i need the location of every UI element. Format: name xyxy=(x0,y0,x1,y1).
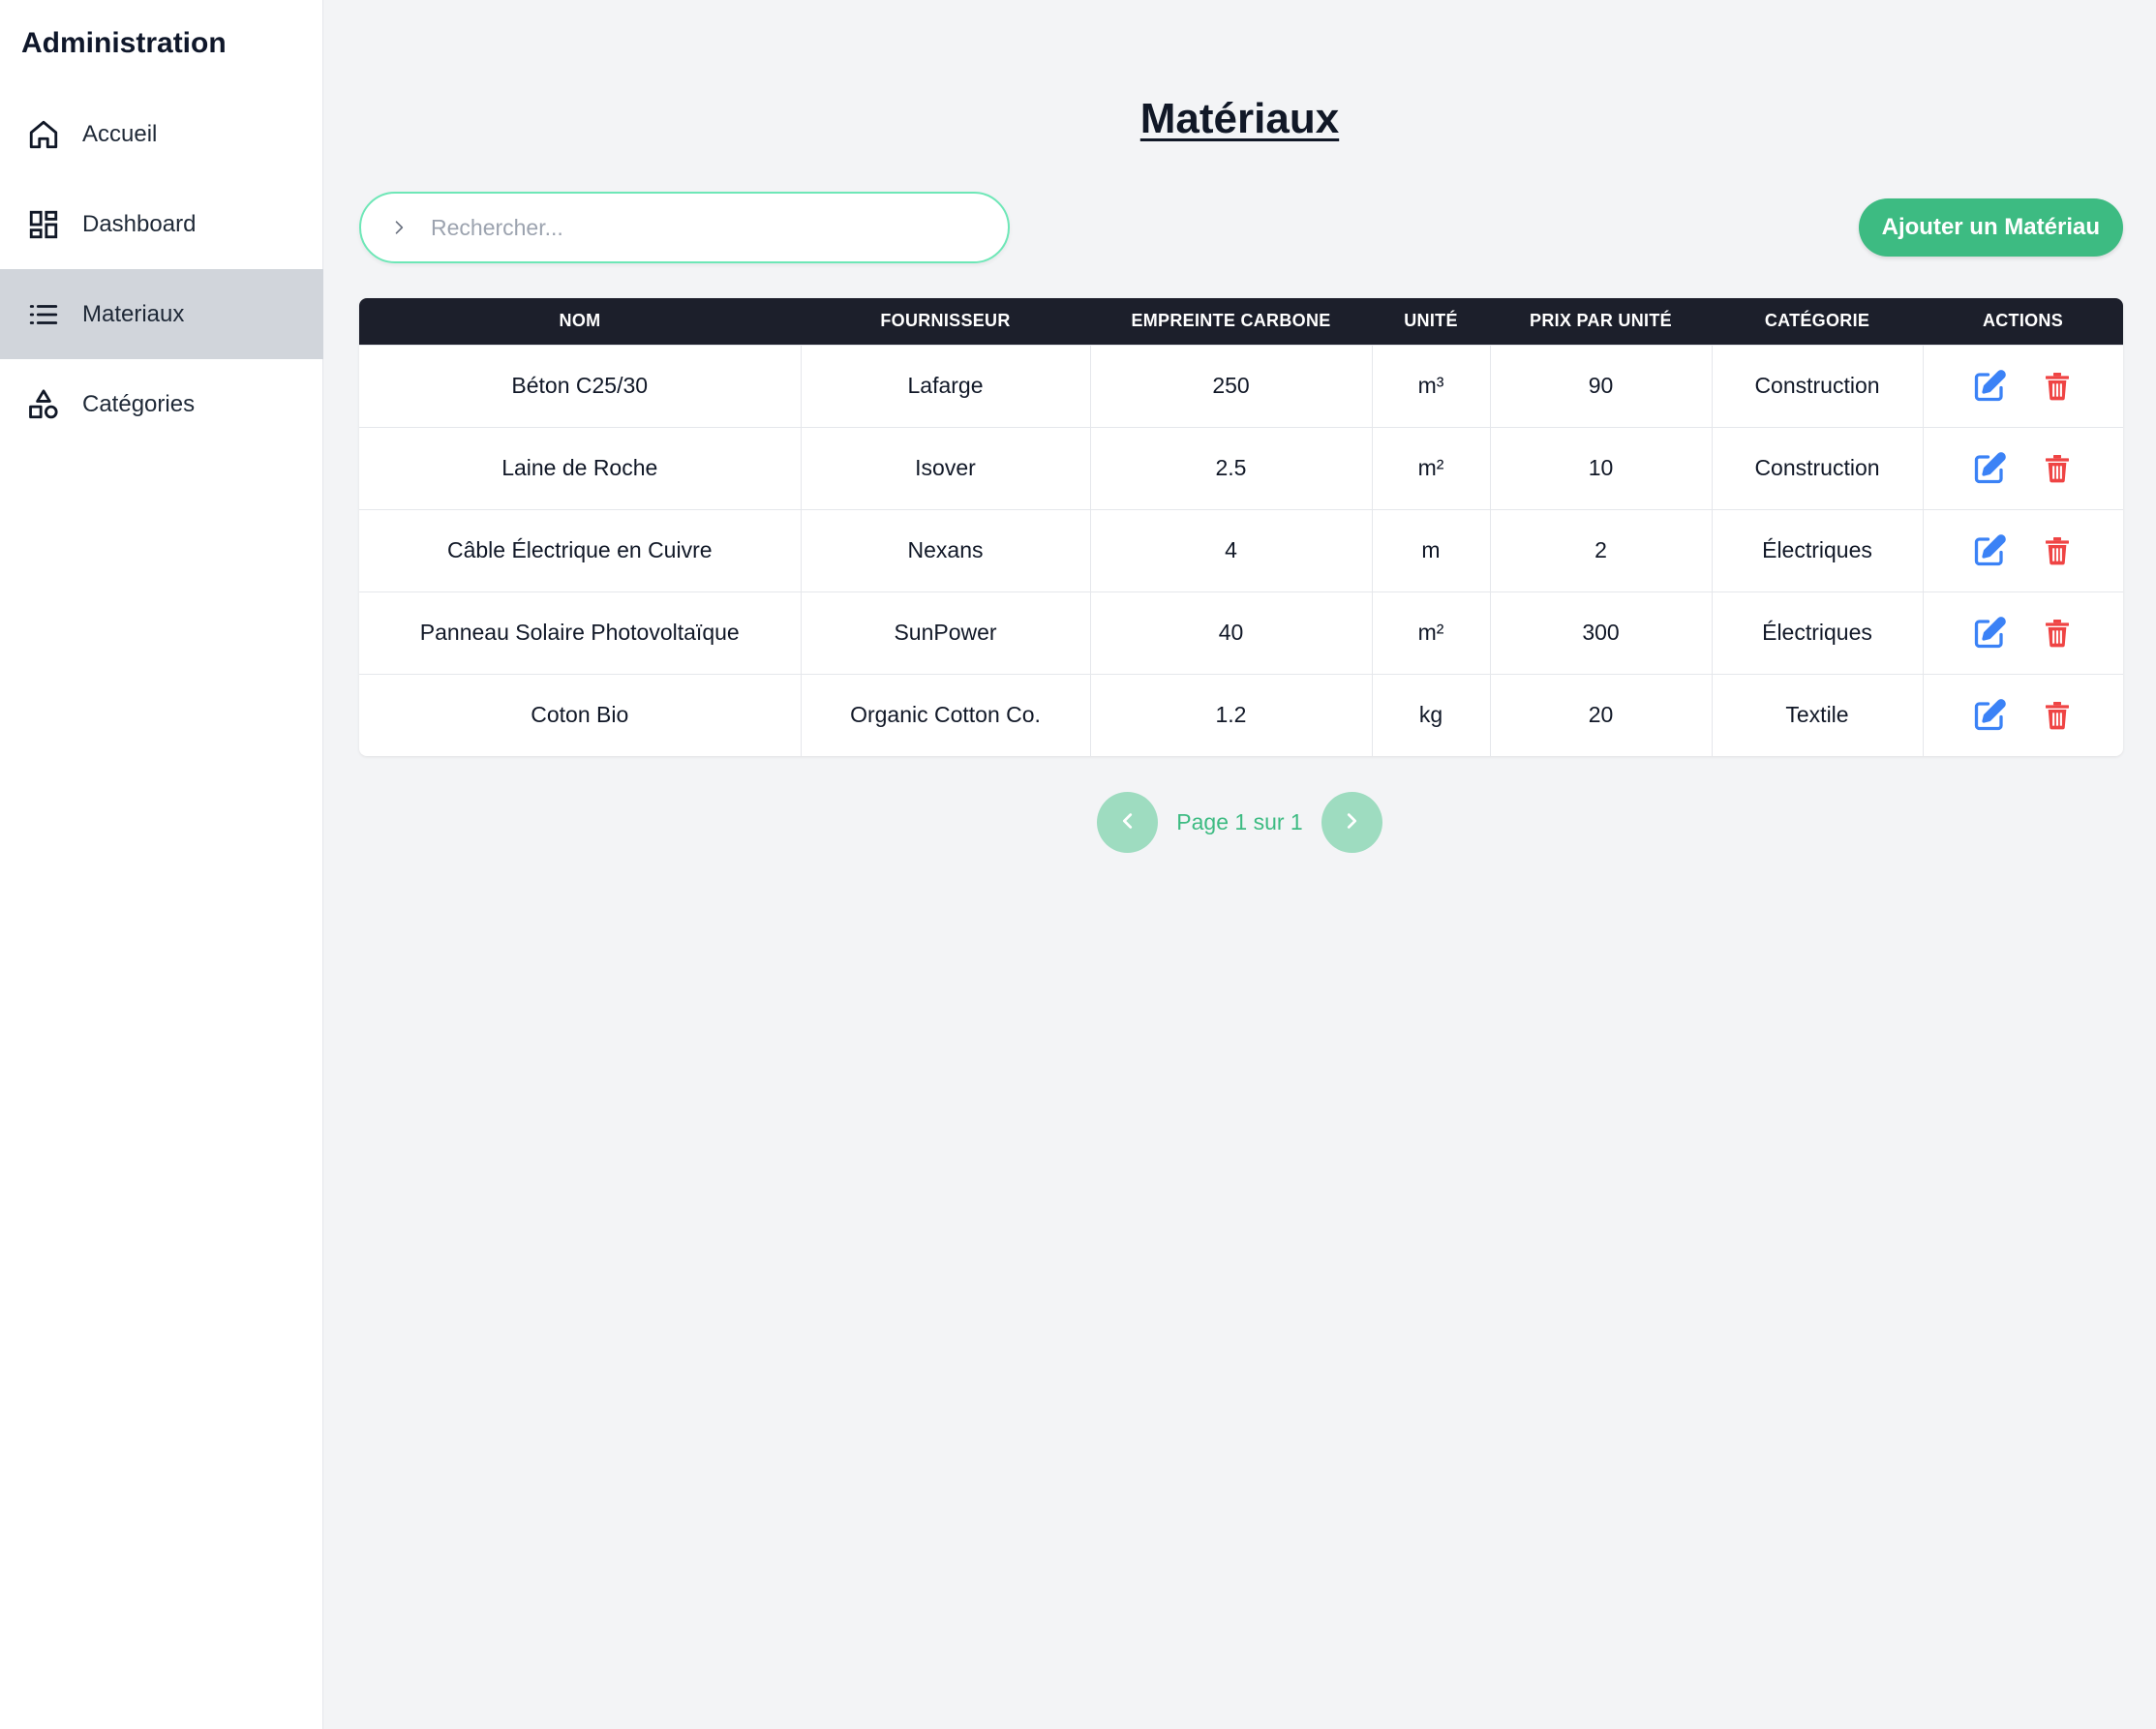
cell-categorie: Textile xyxy=(1712,674,1924,756)
cell-nom: Câble Électrique en Cuivre xyxy=(359,509,802,592)
cell-unite: m xyxy=(1372,509,1491,592)
sidebar-item-label: Catégories xyxy=(82,390,196,417)
table-row: Béton C25/30 Lafarge 250 m³ 90 Construct… xyxy=(359,345,2123,427)
chevron-left-icon xyxy=(1117,810,1139,834)
table-row: Câble Électrique en Cuivre Nexans 4 m 2 … xyxy=(359,509,2123,592)
cell-nom: Laine de Roche xyxy=(359,427,802,509)
cell-actions xyxy=(1923,509,2123,592)
sidebar-item-materiaux[interactable]: Materiaux xyxy=(0,269,323,359)
sidebar-item-dashboard[interactable]: Dashboard xyxy=(0,179,323,269)
search-bar[interactable] xyxy=(359,192,1010,263)
chevron-right-icon xyxy=(1341,810,1362,834)
cell-nom: Coton Bio xyxy=(359,674,802,756)
add-material-button[interactable]: Ajouter un Matériau xyxy=(1858,198,2123,257)
sidebar-item-label: Materiaux xyxy=(82,300,185,327)
sidebar-item-accueil[interactable]: Accueil xyxy=(0,89,323,179)
table-row: Laine de Roche Isover 2.5 m² 10 Construc… xyxy=(359,427,2123,509)
table-row: Panneau Solaire Photovoltaïque SunPower … xyxy=(359,592,2123,674)
previous-page-button[interactable] xyxy=(1097,792,1159,853)
cell-unite: m³ xyxy=(1372,345,1491,427)
chevron-right-icon xyxy=(388,217,410,238)
sidebar: Administration Accueil Dashboard Materia… xyxy=(0,0,323,1729)
edit-icon[interactable] xyxy=(1972,369,2007,404)
sidebar-nav: Accueil Dashboard Materiaux Catégories xyxy=(0,89,323,449)
cell-fournisseur: Organic Cotton Co. xyxy=(801,674,1091,756)
column-header-unite[interactable]: Unité xyxy=(1372,298,1490,345)
edit-icon[interactable] xyxy=(1972,533,2007,568)
cell-prix: 90 xyxy=(1490,345,1713,427)
cell-nom: Béton C25/30 xyxy=(359,345,802,427)
cell-prix: 10 xyxy=(1490,427,1713,509)
pagination: Page 1 sur 1 xyxy=(323,792,2156,853)
edit-icon[interactable] xyxy=(1972,451,2007,486)
cell-actions xyxy=(1923,674,2123,756)
edit-icon[interactable] xyxy=(1972,698,2007,733)
home-icon xyxy=(25,116,62,153)
cell-empreinte: 250 xyxy=(1090,345,1373,427)
sidebar-item-label: Dashboard xyxy=(82,210,197,237)
next-page-button[interactable] xyxy=(1321,792,1382,853)
trash-icon[interactable] xyxy=(2040,616,2075,651)
column-header-empreinte[interactable]: Empreinte carbone xyxy=(1090,298,1372,345)
cell-actions xyxy=(1923,345,2123,427)
cell-fournisseur: Isover xyxy=(801,427,1091,509)
column-header-prix[interactable]: Prix par unité xyxy=(1490,298,1712,345)
cell-categorie: Électriques xyxy=(1712,592,1924,674)
cell-categorie: Électriques xyxy=(1712,509,1924,592)
trash-icon[interactable] xyxy=(2040,533,2075,568)
sidebar-title: Administration xyxy=(21,27,227,59)
cell-unite: kg xyxy=(1372,674,1491,756)
cell-prix: 300 xyxy=(1490,592,1713,674)
sidebar-item-categories[interactable]: Catégories xyxy=(0,359,323,449)
page-title: Matériaux xyxy=(1139,95,1340,142)
shapes-icon xyxy=(25,386,62,423)
cell-actions xyxy=(1923,592,2123,674)
cell-nom: Panneau Solaire Photovoltaïque xyxy=(359,592,802,674)
main-content: Matériaux Ajouter un Matériau Nom Fourni… xyxy=(323,0,2156,1729)
table-row: Coton Bio Organic Cotton Co. 1.2 kg 20 T… xyxy=(359,674,2123,756)
column-header-nom[interactable]: Nom xyxy=(359,298,801,345)
cell-prix: 20 xyxy=(1490,674,1713,756)
cell-prix: 2 xyxy=(1490,509,1713,592)
trash-icon[interactable] xyxy=(2040,698,2075,733)
cell-empreinte: 40 xyxy=(1090,592,1373,674)
cell-unite: m² xyxy=(1372,592,1491,674)
dashboard-icon xyxy=(25,206,62,243)
column-header-categorie[interactable]: Catégorie xyxy=(1712,298,1923,345)
column-header-fournisseur[interactable]: Fournisseur xyxy=(801,298,1090,345)
cell-categorie: Construction xyxy=(1712,345,1924,427)
column-header-actions: Actions xyxy=(1982,311,2064,331)
cell-categorie: Construction xyxy=(1712,427,1924,509)
sidebar-item-label: Accueil xyxy=(82,120,158,147)
cell-empreinte: 4 xyxy=(1090,509,1373,592)
table-header-row: Nom Fournisseur Empreinte carbone Unité … xyxy=(359,298,2123,345)
cell-fournisseur: Nexans xyxy=(801,509,1091,592)
cell-empreinte: 2.5 xyxy=(1090,427,1373,509)
search-input[interactable] xyxy=(431,214,973,241)
trash-icon[interactable] xyxy=(2040,451,2075,486)
materials-table: Nom Fournisseur Empreinte carbone Unité … xyxy=(359,298,2123,756)
cell-fournisseur: Lafarge xyxy=(801,345,1091,427)
cell-fournisseur: SunPower xyxy=(801,592,1091,674)
cell-unite: m² xyxy=(1372,427,1491,509)
list-icon xyxy=(25,296,62,333)
edit-icon[interactable] xyxy=(1972,616,2007,651)
page-indicator: Page 1 sur 1 xyxy=(1176,809,1303,834)
cell-empreinte: 1.2 xyxy=(1090,674,1373,756)
trash-icon[interactable] xyxy=(2040,369,2075,404)
cell-actions xyxy=(1923,427,2123,509)
